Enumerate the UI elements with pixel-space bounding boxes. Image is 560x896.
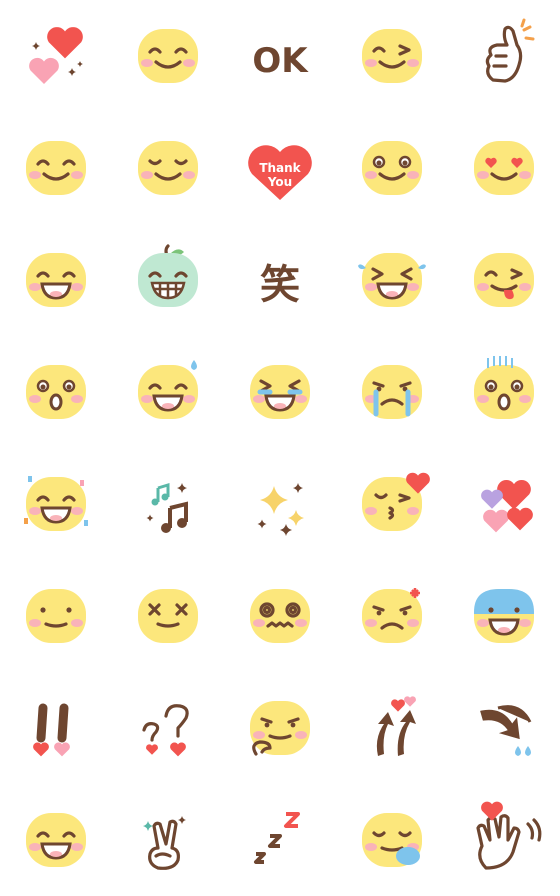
thumbs-up-icon[interactable] xyxy=(448,0,560,112)
x-eyes-face-icon[interactable] xyxy=(112,560,224,672)
sparkles-icon[interactable] xyxy=(224,448,336,560)
exclamation-icon[interactable] xyxy=(0,672,112,784)
neutral-smile-face-icon[interactable] xyxy=(0,560,112,672)
thumbs-up-icon-graphic xyxy=(485,18,535,83)
crying-face-icon[interactable] xyxy=(336,336,448,448)
loud-crying-face-icon[interactable] xyxy=(224,336,336,448)
tongue-wink-face-icon-graphic xyxy=(474,253,534,307)
laugh-kanji-text: 笑 xyxy=(260,262,300,308)
ok-text: OK xyxy=(252,41,309,81)
peace-hand-icon[interactable] xyxy=(112,784,224,896)
party-face-icon[interactable] xyxy=(0,448,112,560)
hearts-icon[interactable] xyxy=(448,448,560,560)
sleeping-face-icon-graphic xyxy=(362,813,422,867)
heart-eyes-face-icon-graphic xyxy=(474,141,534,195)
tears-of-joy-face-icon[interactable] xyxy=(336,224,448,336)
party-face-icon-graphic xyxy=(24,476,88,531)
angry-face-icon-graphic xyxy=(362,588,422,643)
question-icon-graphic xyxy=(142,704,189,757)
waving-hand-icon-graphic xyxy=(476,801,542,870)
wink-face-icon-graphic xyxy=(362,29,422,83)
dizzy-face-icon[interactable] xyxy=(224,560,336,672)
ok-text-icon[interactable]: OK xyxy=(224,0,336,112)
x-eyes-face-icon-graphic xyxy=(138,589,198,643)
crying-face-icon-graphic xyxy=(362,365,422,419)
down-arrows-icon-graphic xyxy=(480,705,532,756)
happy-face-icon[interactable] xyxy=(0,112,112,224)
you-text: You xyxy=(267,175,292,189)
sleeping-face-icon[interactable] xyxy=(336,784,448,896)
shocked-face-icon[interactable] xyxy=(448,336,560,448)
laugh-kanji-icon[interactable]: 笑 xyxy=(224,224,336,336)
surprised-face-icon-graphic xyxy=(26,365,86,419)
sparkle-eyes-face-icon-graphic xyxy=(362,141,422,195)
smile-face-icon-graphic xyxy=(138,29,198,83)
hearts-sparkle-icon-graphic xyxy=(29,27,83,84)
kiss-face-icon[interactable] xyxy=(336,448,448,560)
up-arrows-icon-graphic xyxy=(376,696,416,756)
blue-shock-face-icon-graphic xyxy=(474,589,534,643)
exclamation-icon-graphic xyxy=(33,703,70,757)
smile-face-icon[interactable] xyxy=(112,0,224,112)
dizzy-face-icon-graphic xyxy=(250,589,310,643)
shocked-face-icon-graphic xyxy=(474,356,534,419)
sweat-grin-face-icon[interactable] xyxy=(112,336,224,448)
laugh-kanji-icon-graphic: 笑 xyxy=(260,262,300,308)
laughing-face-icon-graphic xyxy=(26,253,86,307)
up-arrows-icon[interactable] xyxy=(336,672,448,784)
wink-face-icon[interactable] xyxy=(336,0,448,112)
waving-hand-icon[interactable] xyxy=(448,784,560,896)
zzz-icon[interactable] xyxy=(224,784,336,896)
blue-shock-face-icon[interactable] xyxy=(448,560,560,672)
neutral-smile-face-icon-graphic xyxy=(26,589,86,643)
ok-text-icon-graphic: OK xyxy=(252,41,309,81)
down-arrows-icon[interactable] xyxy=(448,672,560,784)
apple-grin-face-icon[interactable] xyxy=(112,224,224,336)
hearts-icon-graphic xyxy=(481,480,533,533)
thinking-face-icon-graphic xyxy=(250,701,310,756)
peace-hand-icon-graphic xyxy=(143,816,186,870)
sweat-grin-face-icon-graphic xyxy=(138,360,198,419)
thinking-face-icon[interactable] xyxy=(224,672,336,784)
thank-you-heart-icon-graphic: ThankYou xyxy=(248,145,312,200)
hearts-sparkle-icon[interactable] xyxy=(0,0,112,112)
loud-crying-face-icon-graphic xyxy=(250,365,310,419)
happy-face-icon-graphic xyxy=(26,141,86,195)
grin-face-icon[interactable] xyxy=(0,784,112,896)
music-notes-icon[interactable] xyxy=(112,448,224,560)
thank-text: Thank xyxy=(259,161,301,175)
content-face-icon-graphic xyxy=(138,141,198,195)
thank-you-heart-icon[interactable]: Thank You xyxy=(224,112,336,224)
laughing-face-icon[interactable] xyxy=(0,224,112,336)
grin-face-icon-graphic xyxy=(26,813,86,867)
zzz-icon-graphic xyxy=(254,812,300,864)
heart-eyes-face-icon[interactable] xyxy=(448,112,560,224)
emoji-grid: OK Thank You 笑 xyxy=(0,0,560,896)
music-notes-icon-graphic xyxy=(146,482,188,533)
content-face-icon[interactable] xyxy=(112,112,224,224)
tears-of-joy-face-icon-graphic xyxy=(358,253,426,307)
question-icon[interactable] xyxy=(112,672,224,784)
sparkles-icon-graphic xyxy=(257,483,304,536)
surprised-face-icon[interactable] xyxy=(0,336,112,448)
sparkle-eyes-face-icon[interactable] xyxy=(336,112,448,224)
apple-grin-face-icon-graphic xyxy=(138,244,198,307)
kiss-face-icon-graphic xyxy=(362,472,430,531)
tongue-wink-face-icon[interactable] xyxy=(448,224,560,336)
angry-face-icon[interactable] xyxy=(336,560,448,672)
